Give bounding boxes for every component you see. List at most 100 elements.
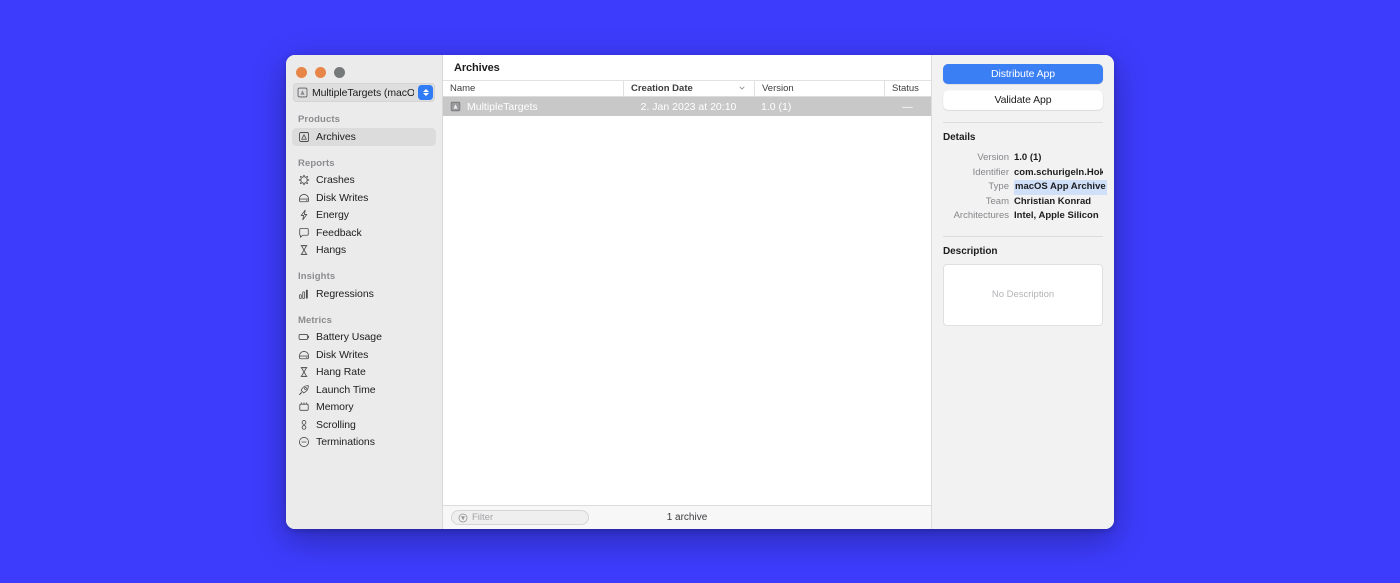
archive-icon (450, 101, 461, 112)
sidebar-item-hang-rate[interactable]: Hang Rate (292, 364, 436, 382)
cell-version: 1.0 (1) (754, 97, 884, 116)
filter-icon (458, 513, 468, 523)
sidebar-item-battery-usage[interactable]: Battery Usage (292, 329, 436, 347)
sidebar-item-launch-time[interactable]: Launch Time (292, 381, 436, 399)
traffic-lights (286, 55, 442, 81)
scheme-label: MultipleTargets (macO... (312, 87, 414, 99)
detail-row-version: Version 1.0 (1) (943, 151, 1103, 166)
chevron-down-icon (423, 93, 429, 96)
sidebar-item-label: Archives (316, 131, 356, 143)
column-header-label: Name (450, 83, 475, 94)
sidebar-item-terminations[interactable]: Terminations (292, 434, 436, 452)
sidebar-section-reports: Reports (286, 146, 442, 172)
column-header-version[interactable]: Version (754, 81, 884, 96)
close-button[interactable] (296, 67, 307, 78)
filter-input[interactable]: Filter (451, 510, 589, 525)
page-title: Archives (454, 62, 500, 74)
sidebar-item-label: Energy (316, 209, 349, 221)
sidebar-section-products: Products (286, 102, 442, 128)
description-title: Description (943, 246, 1103, 257)
detail-value: com.schurigeln.HokusF... (1014, 166, 1103, 181)
details-title: Details (943, 132, 1103, 143)
disk-icon (298, 349, 310, 361)
sidebar-item-regressions[interactable]: Regressions (292, 285, 436, 303)
column-header-label: Creation Date (631, 83, 693, 94)
sidebar-item-label: Launch Time (316, 384, 376, 396)
sidebar-item-label: Regressions (316, 288, 374, 300)
sidebar-item-scrolling[interactable]: Scrolling (292, 416, 436, 434)
main-titlebar: Archives (443, 55, 931, 80)
table-row[interactable]: MultipleTargets 2. Jan 2023 at 20:10 1.0… (443, 97, 931, 116)
chevron-down-icon (739, 85, 745, 91)
rocket-icon (298, 384, 310, 396)
hourglass-icon (298, 244, 310, 256)
hourglass-icon (298, 366, 310, 378)
divider (943, 122, 1103, 123)
sidebar-item-label: Hang Rate (316, 366, 366, 378)
sidebar-item-feedback[interactable]: Feedback (292, 224, 436, 242)
column-header-name[interactable]: Name (443, 81, 623, 96)
battery-icon (298, 331, 310, 343)
sidebar: MultipleTargets (macO... Products Archiv… (286, 55, 443, 529)
sidebar-item-label: Memory (316, 401, 354, 413)
distribute-app-button[interactable]: Distribute App (943, 64, 1103, 84)
validate-app-button[interactable]: Validate App (943, 90, 1103, 110)
sidebar-section-metrics: Metrics (286, 303, 442, 329)
detail-label: Type (943, 180, 1009, 195)
disk-icon (298, 192, 310, 204)
main-content: Archives Name Creation Date Version Stat… (443, 55, 931, 529)
memory-chip-icon (298, 401, 310, 413)
cell-name-label: MultipleTargets (467, 101, 538, 113)
zoom-button[interactable] (334, 67, 345, 78)
sidebar-item-hangs[interactable]: Hangs (292, 242, 436, 260)
archive-icon (297, 87, 308, 98)
detail-value: Christian Konrad (1014, 195, 1103, 210)
sidebar-item-energy[interactable]: Energy (292, 207, 436, 225)
scheme-stepper[interactable] (418, 85, 433, 100)
scrolling-icon (298, 419, 310, 431)
detail-row-identifier: Identifier com.schurigeln.HokusF... (943, 166, 1103, 181)
archive-icon (298, 131, 310, 143)
speech-bubble-icon (298, 227, 310, 239)
filter-placeholder: Filter (472, 512, 493, 523)
bolt-icon (298, 209, 310, 221)
sidebar-item-label: Disk Writes (316, 192, 368, 204)
sidebar-item-disk-writes-metrics[interactable]: Disk Writes (292, 346, 436, 364)
table-header: Name Creation Date Version Status (443, 80, 931, 97)
archives-table-body: MultipleTargets 2. Jan 2023 at 20:10 1.0… (443, 97, 931, 505)
sidebar-item-memory[interactable]: Memory (292, 399, 436, 417)
detail-label: Architectures (943, 209, 1009, 224)
column-header-creation-date[interactable]: Creation Date (623, 81, 754, 96)
details-list: Version 1.0 (1) Identifier com.schurigel… (943, 151, 1103, 224)
column-header-status[interactable]: Status (884, 81, 931, 96)
minimize-button[interactable] (315, 67, 326, 78)
description-textarea[interactable]: No Description (943, 264, 1103, 326)
divider (943, 236, 1103, 237)
detail-label: Version (943, 151, 1009, 166)
organizer-window: MultipleTargets (macO... Products Archiv… (286, 55, 1114, 529)
cell-name: MultipleTargets (443, 97, 623, 116)
detail-value: 1.0 (1) (1014, 151, 1103, 166)
sidebar-item-label: Battery Usage (316, 331, 382, 343)
detail-row-architectures: Architectures Intel, Apple Silicon (943, 209, 1103, 224)
sidebar-item-label: Crashes (316, 174, 355, 186)
sidebar-item-crashes[interactable]: Crashes (292, 172, 436, 190)
sidebar-section-insights: Insights (286, 259, 442, 285)
cell-creation-date: 2. Jan 2023 at 20:10 (623, 97, 754, 116)
sidebar-item-disk-writes-reports[interactable]: Disk Writes (292, 189, 436, 207)
sidebar-item-label: Hangs (316, 244, 346, 256)
column-header-label: Status (892, 83, 919, 94)
detail-value: Intel, Apple Silicon (1014, 209, 1103, 224)
description-placeholder: No Description (992, 289, 1054, 300)
column-header-label: Version (762, 83, 794, 94)
detail-value[interactable]: macOS App Archive (1014, 180, 1107, 195)
sidebar-item-label: Disk Writes (316, 349, 368, 361)
sidebar-item-label: Feedback (316, 227, 362, 239)
scheme-selector[interactable]: MultipleTargets (macO... (293, 83, 435, 102)
detail-row-team: Team Christian Konrad (943, 195, 1103, 210)
sidebar-item-label: Terminations (316, 436, 375, 448)
inspector-panel: Distribute App Validate App Details Vers… (931, 55, 1114, 529)
sidebar-item-archives[interactable]: Archives (292, 128, 436, 146)
detail-label: Identifier (943, 166, 1009, 181)
chevron-up-icon (423, 89, 429, 92)
